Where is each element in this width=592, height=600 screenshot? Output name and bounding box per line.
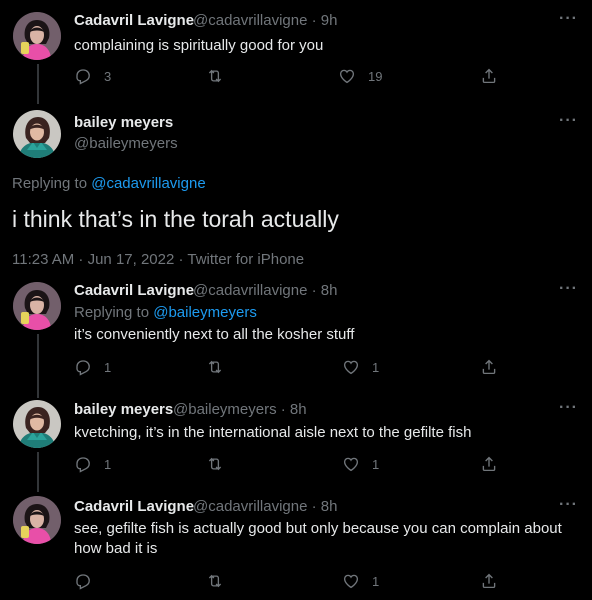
thread-line xyxy=(37,334,39,398)
share-button[interactable] xyxy=(480,67,498,85)
author-handle-time[interactable]: @cadavrillavigne · 8h xyxy=(193,282,337,299)
retweet-icon xyxy=(206,67,224,85)
like-count: 19 xyxy=(368,68,383,84)
tweet-text: kvetching, it’s in the international ais… xyxy=(74,424,472,441)
focus-tweet-text: i think that’s in the torah actually xyxy=(12,206,339,232)
replying-handle-link[interactable]: @baileymeyers xyxy=(153,304,257,321)
author-name[interactable]: bailey meyers xyxy=(74,114,173,131)
reply-button[interactable] xyxy=(74,572,92,590)
like-icon xyxy=(342,455,360,473)
share-button[interactable] xyxy=(480,358,498,376)
like-button[interactable]: 1 xyxy=(342,572,379,590)
retweet-button[interactable] xyxy=(206,67,224,85)
more-options-button[interactable]: ··· xyxy=(559,10,578,28)
tweet-actions: 1 xyxy=(74,572,514,592)
author-name[interactable]: bailey meyers xyxy=(74,401,173,418)
reply-button[interactable]: 3 xyxy=(74,67,111,85)
share-icon xyxy=(480,358,498,376)
author-handle-time[interactable]: @cadavrillavigne · 8h xyxy=(193,498,337,515)
replying-prefix: Replying to xyxy=(12,175,88,192)
retweet-icon xyxy=(206,455,224,473)
author-name[interactable]: Cadavril Lavigne xyxy=(74,282,194,299)
share-icon xyxy=(480,67,498,85)
like-button[interactable]: 19 xyxy=(338,67,382,85)
share-button[interactable] xyxy=(480,455,498,473)
author-handle-time[interactable]: @baileymeyers · 8h xyxy=(173,401,307,418)
tweet-text: complaining is spiritually good for you xyxy=(74,37,324,54)
retweet-button[interactable] xyxy=(206,572,224,590)
replying-to: Replying to @baileymeyers xyxy=(74,304,257,321)
avatar[interactable] xyxy=(13,400,61,448)
reply-count: 3 xyxy=(104,68,112,84)
like-icon xyxy=(342,572,360,590)
tweet-actions: 1 1 xyxy=(74,358,514,378)
avatar[interactable] xyxy=(13,496,61,544)
share-button[interactable] xyxy=(480,572,498,590)
replying-prefix: Replying to xyxy=(74,304,150,321)
reply-button[interactable]: 1 xyxy=(74,358,111,376)
tweet-text-line: how bad it is xyxy=(74,540,158,557)
like-icon xyxy=(338,67,356,85)
author-handle[interactable]: @baileymeyers xyxy=(74,135,178,152)
like-count: 1 xyxy=(372,573,380,589)
tweet-timestamp[interactable]: 11:23 AM · Jun 17, 2022 · Twitter for iP… xyxy=(12,251,304,268)
retweet-icon xyxy=(206,358,224,376)
reply-count: 1 xyxy=(104,456,112,472)
author-name[interactable]: Cadavril Lavigne xyxy=(74,12,194,29)
more-options-button[interactable]: ··· xyxy=(559,280,578,298)
tweet-actions: 1 1 xyxy=(74,455,514,475)
tweet-text: it’s conveniently next to all the kosher… xyxy=(74,326,355,343)
reply-icon xyxy=(74,358,92,376)
tweet-actions: 3 19 xyxy=(74,67,514,87)
like-count: 1 xyxy=(372,456,380,472)
avatar[interactable] xyxy=(13,110,61,158)
avatar[interactable] xyxy=(13,282,61,330)
thread-line xyxy=(37,452,39,492)
reply-icon xyxy=(74,67,92,85)
replying-handle-link[interactable]: @cadavrillavigne xyxy=(91,175,205,192)
reply-icon xyxy=(74,455,92,473)
more-options-button[interactable]: ··· xyxy=(559,496,578,514)
reply-button[interactable]: 1 xyxy=(74,455,111,473)
reply-count: 1 xyxy=(104,359,112,375)
like-count: 1 xyxy=(372,359,380,375)
retweet-button[interactable] xyxy=(206,358,224,376)
share-icon xyxy=(480,455,498,473)
like-icon xyxy=(342,358,360,376)
thread-line xyxy=(37,64,39,104)
like-button[interactable]: 1 xyxy=(342,358,379,376)
reply-icon xyxy=(74,572,92,590)
more-options-button[interactable]: ··· xyxy=(559,399,578,417)
more-options-button[interactable]: ··· xyxy=(559,112,578,130)
author-name[interactable]: Cadavril Lavigne xyxy=(74,498,194,515)
author-handle-time[interactable]: @cadavrillavigne · 9h xyxy=(193,12,337,29)
retweet-button[interactable] xyxy=(206,455,224,473)
retweet-icon xyxy=(206,572,224,590)
tweet-text-line: see, gefilte fish is actually good but o… xyxy=(74,520,562,537)
avatar[interactable] xyxy=(13,12,61,60)
like-button[interactable]: 1 xyxy=(342,455,379,473)
share-icon xyxy=(480,572,498,590)
replying-to: Replying to @cadavrillavigne xyxy=(12,175,206,192)
